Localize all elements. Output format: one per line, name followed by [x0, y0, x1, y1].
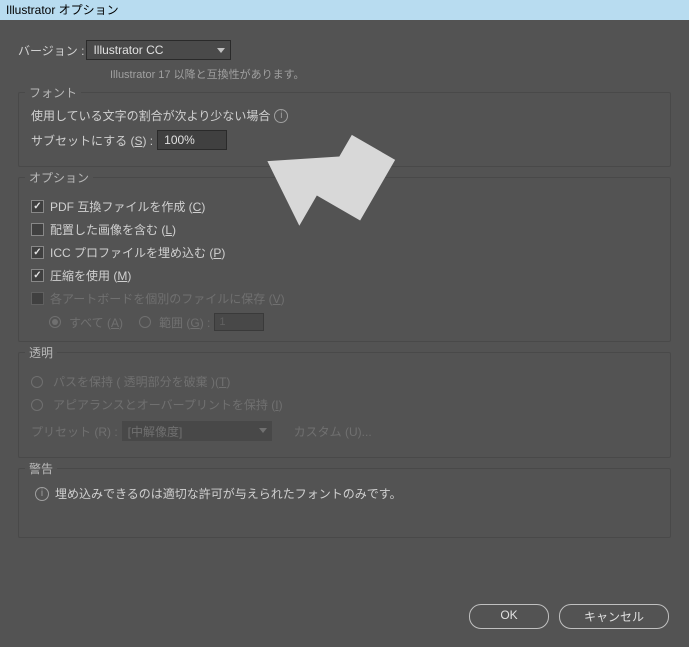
cancel-button[interactable]: キャンセル [559, 604, 669, 629]
warning-section-title: 警告 [25, 460, 57, 477]
subset-input[interactable] [157, 130, 227, 150]
transparency-section-title: 透明 [25, 344, 57, 361]
compress-label: 圧縮を使用 (M) [50, 267, 131, 284]
preset-select: [中解像度] [122, 421, 272, 441]
preserve-appearance-radio [31, 399, 43, 411]
transparency-section: 透明 パスを保持 ( 透明部分を破棄 )(T) アピアランスとオーバープリントを… [18, 352, 671, 458]
pdf-compat-label: PDF 互換ファイルを作成 (C) [50, 198, 205, 215]
preserve-paths-row: パスを保持 ( 透明部分を破棄 )(T) [31, 373, 658, 390]
artboard-checkbox [31, 292, 44, 305]
version-note: Illustrator 17 以降と互換性があります。 [110, 66, 671, 82]
titlebar: Illustrator オプション [0, 0, 689, 20]
compress-checkbox[interactable] [31, 269, 44, 282]
version-select[interactable]: Illustrator CC [86, 40, 231, 60]
warning-text: 埋め込みできるのは適切な許可が与えられたフォントのみです。 [55, 485, 402, 502]
subset-threshold-label: 使用している文字の割合が次より少ない場合 [31, 107, 270, 124]
compress-row[interactable]: 圧縮を使用 (M) [31, 267, 658, 284]
range-input: 1 [214, 313, 264, 331]
preserve-paths-radio [31, 376, 43, 388]
warning-info-icon: i [35, 487, 49, 501]
all-radio-label: すべて (A) [69, 314, 123, 331]
icc-label: ICC プロファイルを埋め込む (P) [50, 244, 225, 261]
pdf-compat-checkbox[interactable] [31, 200, 44, 213]
info-icon[interactable]: i [274, 109, 288, 123]
options-section: オプション PDF 互換ファイルを作成 (C) 配置した画像を含む (L) IC… [18, 177, 671, 342]
embed-images-row[interactable]: 配置した画像を含む (L) [31, 221, 658, 238]
artboard-row: 各アートボードを個別のファイルに保存 (V) [31, 290, 658, 307]
pdf-compat-row[interactable]: PDF 互換ファイルを作成 (C) [31, 198, 658, 215]
embed-images-checkbox[interactable] [31, 223, 44, 236]
font-section-title: フォント [25, 84, 81, 101]
icc-checkbox[interactable] [31, 246, 44, 259]
preset-label: プリセット (R) : [31, 423, 118, 440]
ok-button[interactable]: OK [469, 604, 549, 629]
warning-section: 警告 i 埋め込みできるのは適切な許可が与えられたフォントのみです。 [18, 468, 671, 538]
icc-row[interactable]: ICC プロファイルを埋め込む (P) [31, 244, 658, 261]
preserve-paths-label: パスを保持 ( 透明部分を破棄 )(T) [53, 373, 230, 390]
options-section-title: オプション [25, 169, 93, 186]
font-section: フォント 使用している文字の割合が次より少ない場合 i サブセットにする (S)… [18, 92, 671, 167]
range-radio [139, 316, 151, 328]
artboard-range-row: すべて (A) 範囲 (G) : 1 [49, 313, 658, 331]
custom-button: カスタム (U)... [284, 421, 382, 441]
all-radio [49, 316, 61, 328]
version-label: バージョン : [18, 42, 84, 59]
artboard-label: 各アートボードを個別のファイルに保存 (V) [50, 290, 285, 307]
subset-label: サブセットにする (S) : [31, 132, 153, 149]
preserve-appearance-row: アピアランスとオーバープリントを保持 (I) [31, 396, 658, 413]
preserve-appearance-label: アピアランスとオーバープリントを保持 (I) [53, 396, 283, 413]
embed-images-label: 配置した画像を含む (L) [50, 221, 176, 238]
range-radio-label: 範囲 (G) : [159, 314, 210, 331]
